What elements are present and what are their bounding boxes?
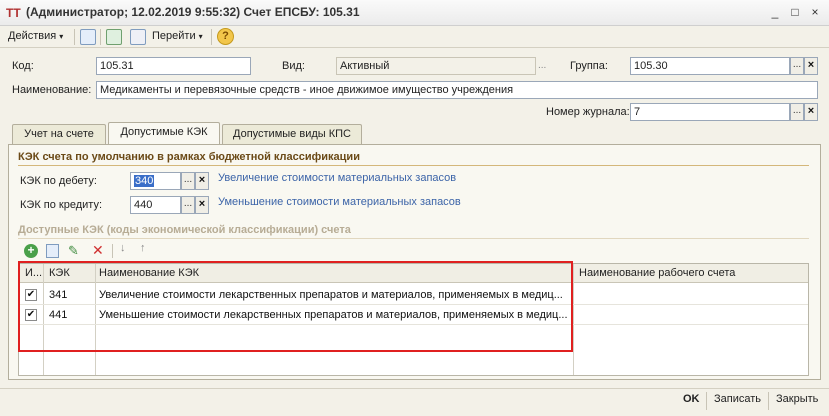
chevron-down-icon: ▾ bbox=[198, 32, 203, 41]
name-label: Наименование: bbox=[12, 84, 92, 96]
sort-descending-icon[interactable]: ↑ bbox=[140, 242, 146, 254]
copy-icon[interactable] bbox=[130, 29, 146, 45]
delete-row-icon[interactable]: ✕ bbox=[92, 242, 104, 259]
type-field[interactable]: Активный bbox=[336, 57, 536, 75]
toolbar-separator bbox=[100, 29, 101, 45]
toolbar-separator bbox=[74, 29, 75, 45]
chevron-down-icon: ▾ bbox=[59, 32, 64, 41]
actions-menu[interactable]: Действия ▾ bbox=[8, 30, 63, 42]
debit-kek-value: 340 bbox=[134, 175, 155, 187]
save-and-close-icon[interactable] bbox=[80, 29, 96, 45]
group-label: Группа: bbox=[570, 60, 608, 72]
group-pick-button[interactable]: ... bbox=[790, 57, 804, 75]
tab-account-accounting[interactable]: Учет на счете bbox=[12, 124, 106, 144]
journal-pick-button[interactable]: ... bbox=[790, 103, 804, 121]
save-button[interactable]: Записать bbox=[714, 393, 761, 405]
ok-button[interactable]: OK bbox=[683, 393, 700, 405]
close-window-button[interactable]: × bbox=[805, 3, 825, 21]
journal-clear-button[interactable]: × bbox=[804, 103, 818, 121]
sort-ascending-icon[interactable]: ↓ bbox=[120, 242, 126, 254]
section-divider bbox=[18, 238, 809, 239]
credit-kek-description[interactable]: Уменьшение стоимости материальных запасо… bbox=[218, 196, 461, 208]
column-header-account-name[interactable]: Наименование рабочего счета bbox=[579, 267, 735, 279]
close-button[interactable]: Закрыть bbox=[776, 393, 818, 405]
edit-row-icon[interactable]: ✎ bbox=[68, 243, 79, 259]
code-field[interactable]: 105.31 bbox=[96, 57, 251, 75]
button-separator bbox=[768, 392, 769, 410]
group-field[interactable]: 105.30 bbox=[630, 57, 790, 75]
refresh-icon[interactable] bbox=[106, 29, 122, 45]
journal-label: Номер журнала: bbox=[546, 106, 630, 118]
group-clear-button[interactable]: × bbox=[804, 57, 818, 75]
available-kek-section-title: Доступные КЭК (коды экономической класси… bbox=[18, 224, 351, 236]
toolbar: Действия ▾ Перейти ▾ ? bbox=[0, 26, 829, 48]
debit-kek-clear-button[interactable]: × bbox=[195, 172, 209, 190]
add-row-icon[interactable]: + bbox=[24, 244, 38, 258]
default-kek-section-title: КЭК счета по умолчанию в рамках бюджетно… bbox=[18, 151, 360, 163]
minimize-button[interactable]: _ bbox=[765, 3, 785, 21]
type-pick-button[interactable]: ... bbox=[538, 60, 546, 71]
copy-row-icon[interactable] bbox=[46, 244, 59, 258]
goto-menu-label: Перейти bbox=[152, 30, 196, 42]
tab-allowed-kek[interactable]: Допустимые КЭК bbox=[108, 122, 220, 145]
toolbar-separator bbox=[112, 244, 113, 258]
actions-menu-label: Действия bbox=[8, 30, 57, 42]
toolbar-separator bbox=[211, 29, 212, 45]
credit-kek-label: КЭК по кредиту: bbox=[20, 199, 102, 211]
help-icon[interactable]: ? bbox=[217, 28, 234, 45]
window-title: (Администратор; 12.02.2019 9:55:32) Счет… bbox=[26, 5, 360, 19]
highlight-box bbox=[18, 261, 573, 352]
credit-kek-clear-button[interactable]: × bbox=[195, 196, 209, 214]
bottom-bar bbox=[0, 388, 829, 416]
code-label: Код: bbox=[12, 60, 34, 72]
debit-kek-pick-button[interactable]: ... bbox=[181, 172, 195, 190]
button-separator bbox=[706, 392, 707, 410]
goto-menu[interactable]: Перейти ▾ bbox=[152, 30, 203, 42]
debit-kek-label: КЭК по дебету: bbox=[20, 175, 97, 187]
debit-kek-field[interactable]: 340 bbox=[130, 172, 181, 190]
credit-kek-pick-button[interactable]: ... bbox=[181, 196, 195, 214]
maximize-button[interactable]: □ bbox=[785, 3, 805, 21]
tab-allowed-kps-types[interactable]: Допустимые виды КПС bbox=[222, 124, 362, 144]
debit-kek-description[interactable]: Увеличение стоимости материальных запасо… bbox=[218, 172, 456, 184]
section-divider bbox=[18, 165, 809, 166]
type-label: Вид: bbox=[282, 60, 305, 72]
title-bar: ТТ (Администратор; 12.02.2019 9:55:32) С… bbox=[0, 0, 829, 26]
credit-kek-field[interactable]: 440 bbox=[130, 196, 181, 214]
app-icon: ТТ bbox=[6, 6, 21, 20]
name-field[interactable]: Медикаменты и перевязочные средств - ино… bbox=[96, 81, 818, 99]
journal-field[interactable]: 7 bbox=[630, 103, 790, 121]
